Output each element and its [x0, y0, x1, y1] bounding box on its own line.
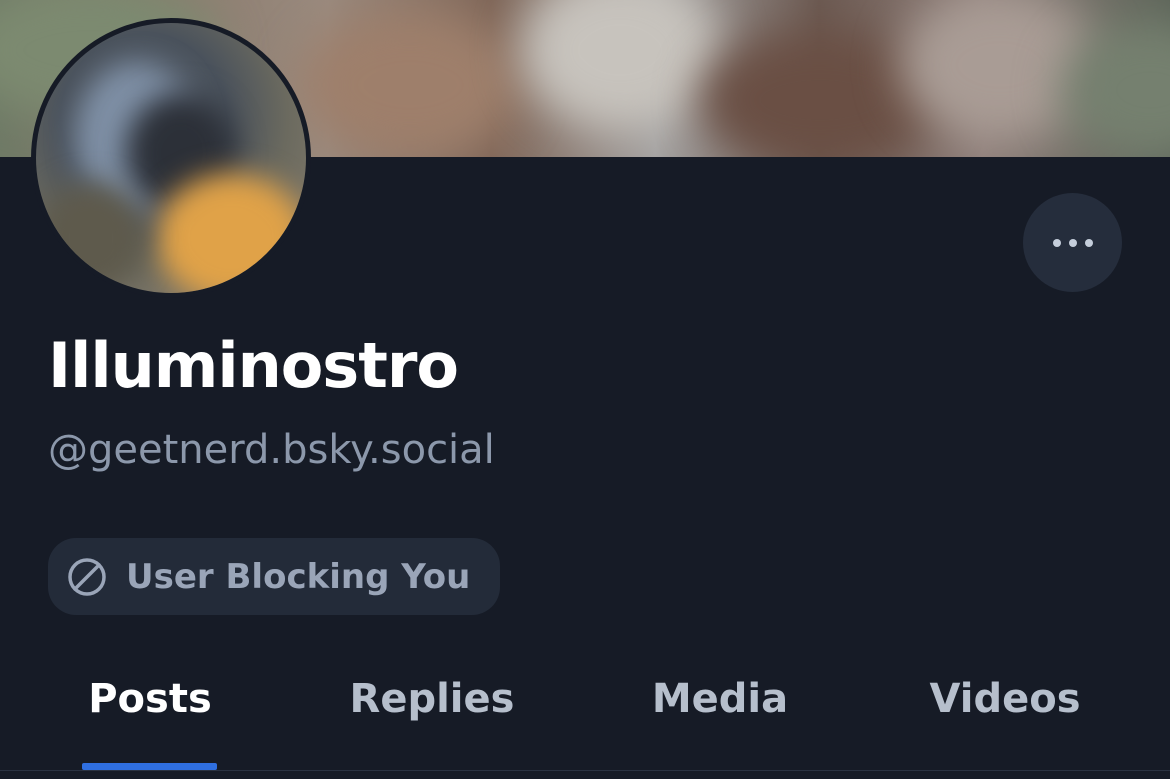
- block-icon: [68, 557, 106, 596]
- tab-label: Media: [651, 676, 789, 722]
- active-tab-indicator: [82, 763, 217, 770]
- tab-label: Videos: [929, 676, 1081, 722]
- tab-videos[interactable]: Videos: [905, 660, 1105, 770]
- user-handle: @geetnerd.bsky.social: [48, 427, 495, 473]
- profile-page: Illuminostro @geetnerd.bsky.social User …: [0, 0, 1170, 779]
- banner-blur-shape: [520, 0, 720, 130]
- status-badge[interactable]: User Blocking You: [48, 538, 500, 615]
- tab-label: Replies: [349, 676, 515, 722]
- more-options-button[interactable]: [1023, 193, 1122, 292]
- status-badge-label: User Blocking You: [126, 556, 471, 597]
- avatar[interactable]: [31, 18, 311, 298]
- tab-posts[interactable]: Posts: [60, 660, 240, 770]
- profile-tabs: Posts Replies Media Videos: [0, 660, 1170, 770]
- tab-media[interactable]: Media: [625, 660, 815, 770]
- avatar-blur-shape: [36, 183, 146, 293]
- tabs-divider: [0, 770, 1170, 771]
- display-name: Illuminostro: [48, 329, 459, 402]
- banner-blur-shape: [300, 10, 520, 157]
- avatar-blur-shape: [156, 173, 306, 293]
- tab-replies[interactable]: Replies: [332, 660, 532, 770]
- ellipsis-icon: [1052, 238, 1093, 247]
- tab-label: Posts: [88, 676, 212, 722]
